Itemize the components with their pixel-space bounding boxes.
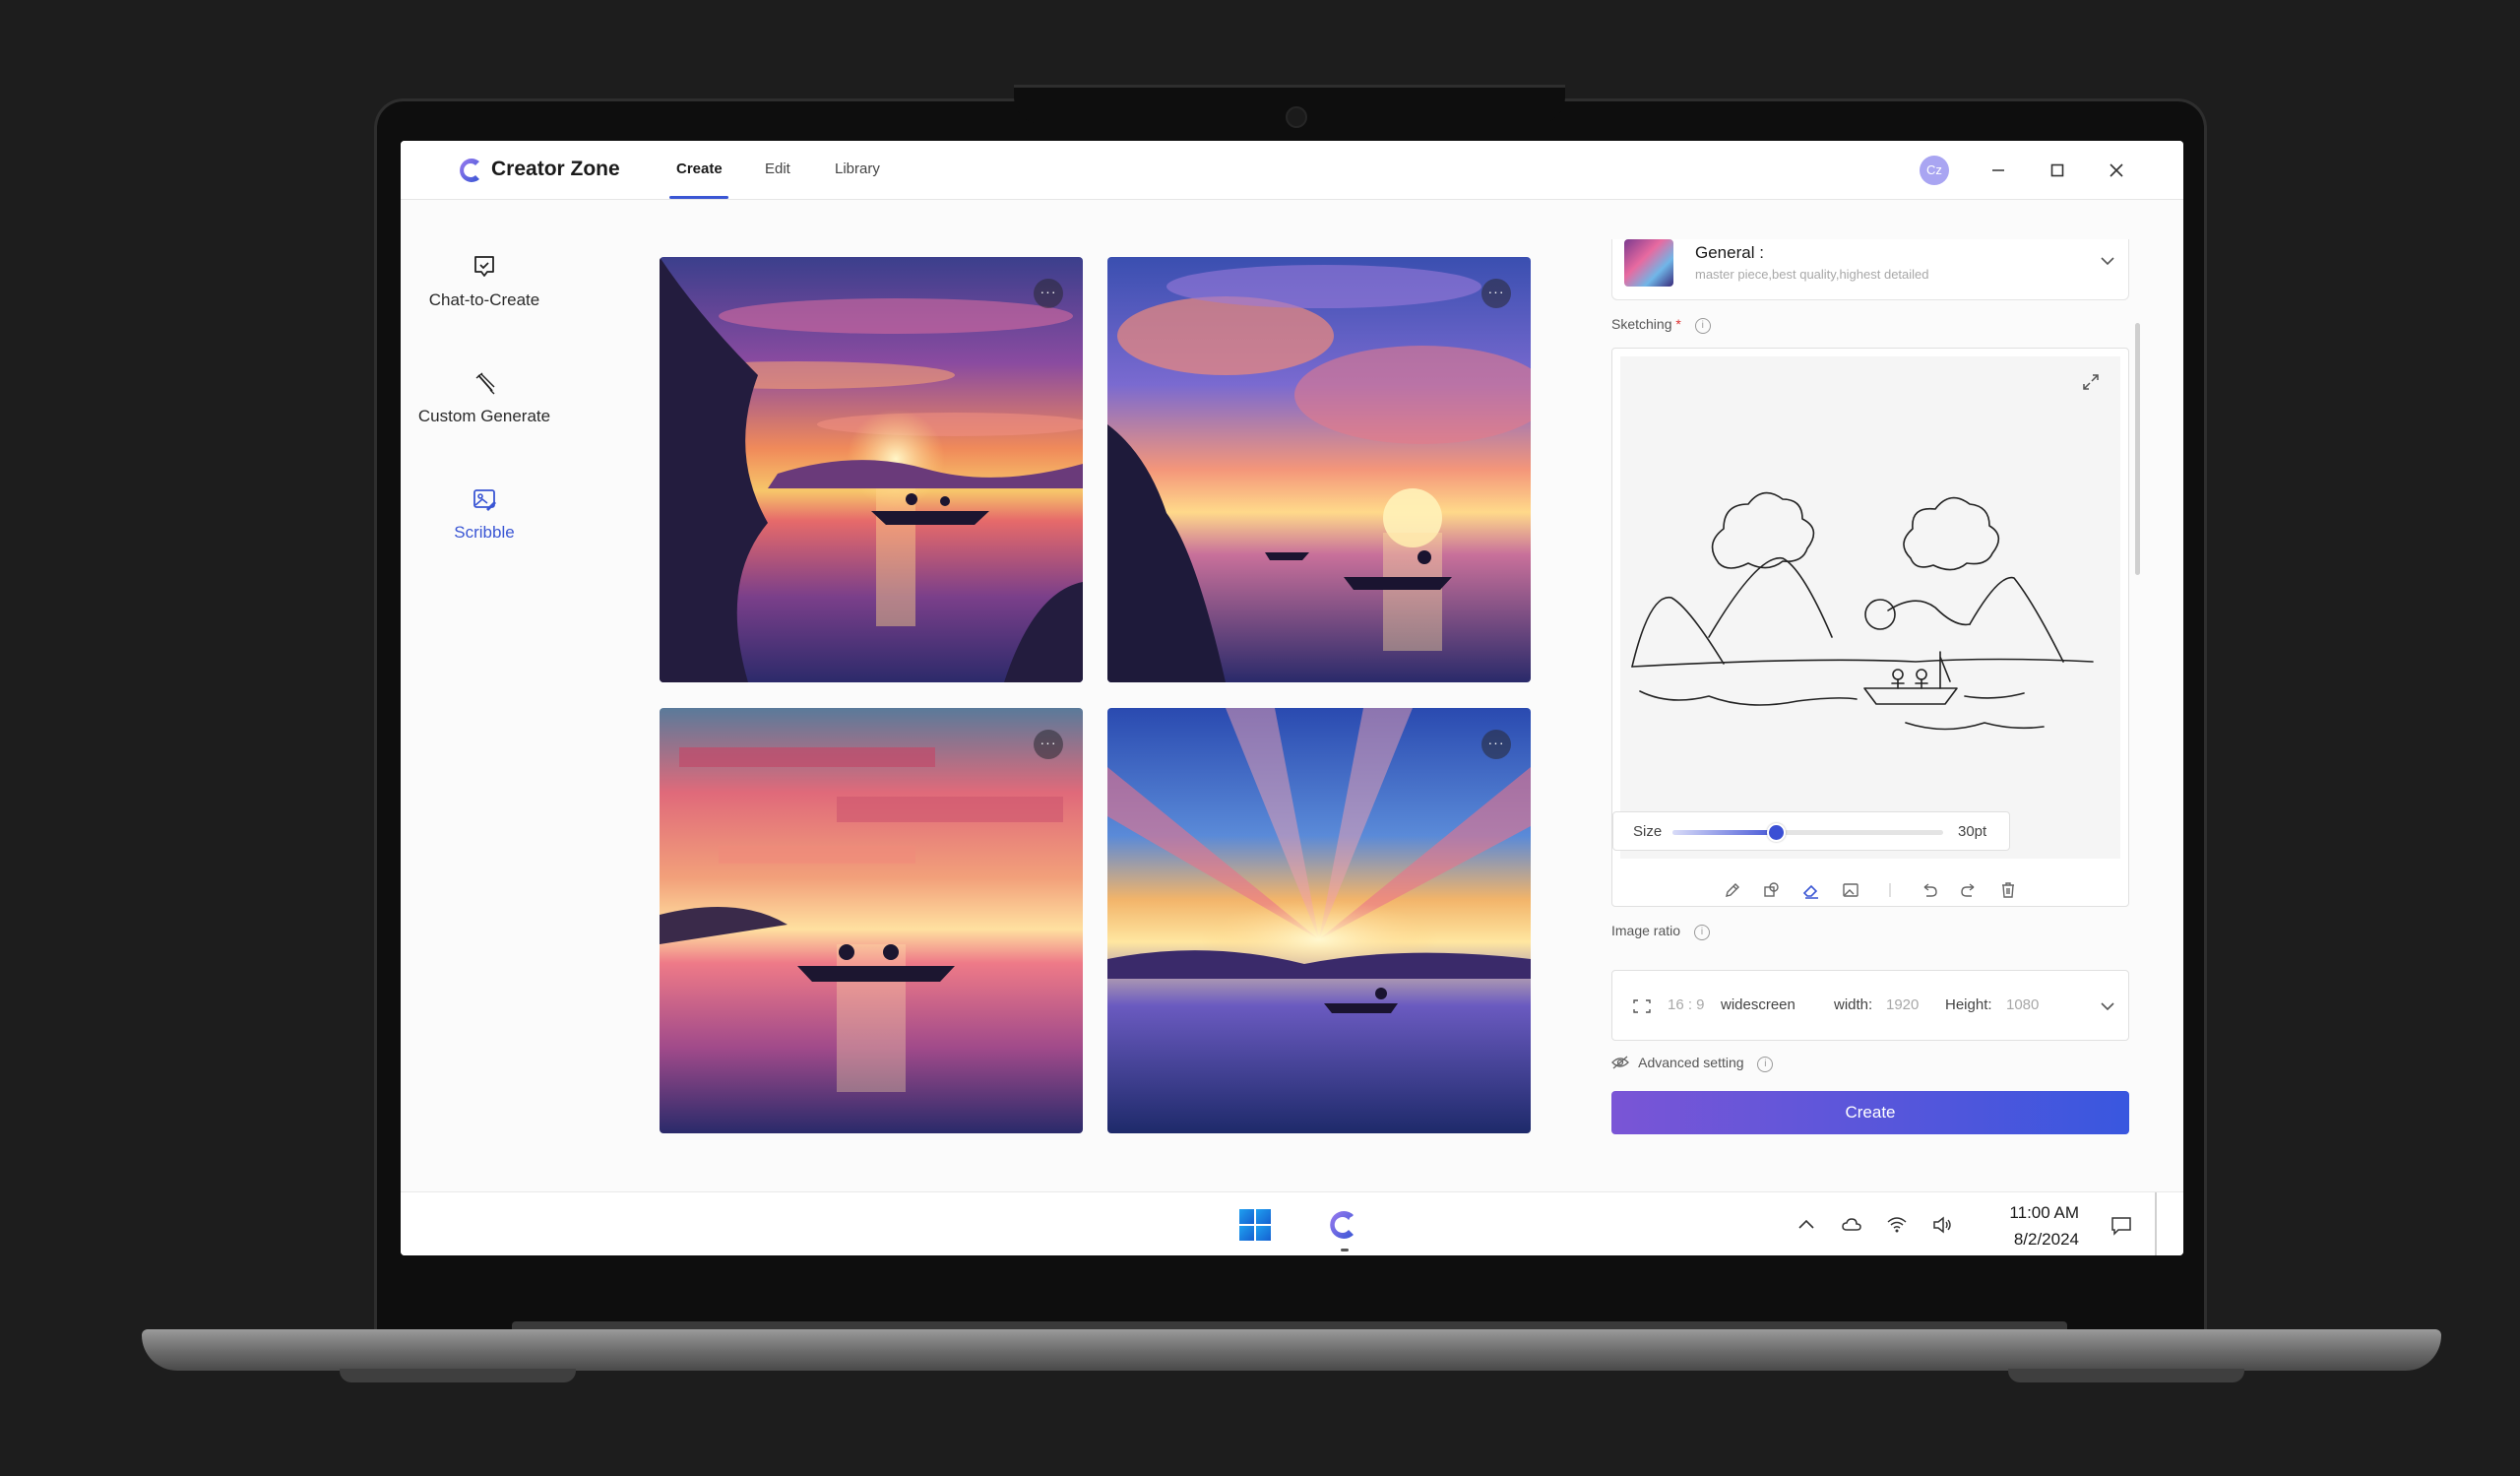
cloud-icon[interactable] bbox=[1841, 1215, 1862, 1235]
sidebar-item-custom-generate[interactable]: Custom Generate bbox=[401, 369, 568, 426]
sidebar-item-scribble[interactable]: Scribble bbox=[401, 485, 568, 543]
active-tab-indicator bbox=[669, 196, 728, 199]
generated-image-1[interactable]: ··· bbox=[660, 257, 1083, 682]
advanced-setting-toggle[interactable]: Advanced setting i bbox=[1611, 1055, 1774, 1072]
laptop-foot-right bbox=[2008, 1369, 2244, 1382]
delete-icon[interactable] bbox=[1998, 880, 2018, 900]
chat-create-icon bbox=[474, 256, 494, 277]
width-label: width: bbox=[1834, 996, 1873, 1013]
sunset-clouds-boat-image bbox=[1107, 257, 1531, 682]
size-label: Size bbox=[1633, 823, 1663, 840]
image-ratio-label-text: Image ratio bbox=[1611, 923, 1681, 938]
magic-wand-icon bbox=[475, 372, 495, 395]
webcam bbox=[1286, 106, 1307, 128]
style-thumbnail bbox=[1624, 239, 1673, 287]
pixel-sunset-boat-image bbox=[660, 708, 1083, 1133]
creator-zone-taskbar-icon[interactable] bbox=[1326, 1206, 1363, 1244]
sketching-label: Sketching * i bbox=[1611, 316, 1711, 334]
image-upload-icon[interactable] bbox=[1841, 880, 1860, 900]
info-icon[interactable]: i bbox=[1757, 1057, 1774, 1072]
laptop-hinge bbox=[512, 1321, 2067, 1329]
ratio-value: 16 : 9 bbox=[1668, 996, 1705, 1013]
sidebar-item-label: Chat-to-Create bbox=[428, 290, 540, 309]
more-options-button[interactable]: ··· bbox=[1034, 730, 1063, 759]
sketch-canvas[interactable] bbox=[1620, 356, 2120, 859]
app-header: Creator Zone Create Edit Library Cz bbox=[401, 141, 2183, 200]
style-selector[interactable]: General : master piece,best quality,high… bbox=[1611, 239, 2129, 300]
generated-image-4[interactable]: ··· bbox=[1107, 708, 1531, 1133]
advanced-setting-label: Advanced setting bbox=[1638, 1055, 1744, 1070]
chevron-down-icon bbox=[2101, 1002, 2114, 1011]
active-app-indicator bbox=[1341, 1249, 1349, 1251]
panel-scrollbar[interactable] bbox=[2135, 323, 2140, 575]
wifi-icon[interactable] bbox=[1886, 1215, 1908, 1235]
ratio-preset: widescreen bbox=[1721, 996, 1796, 1013]
height-label: Height: bbox=[1945, 996, 1992, 1013]
minimize-icon[interactable] bbox=[1984, 156, 2013, 185]
more-options-button[interactable]: ··· bbox=[1034, 279, 1063, 308]
eye-slash-icon bbox=[1611, 1056, 1629, 1069]
creator-zone-logo-icon bbox=[460, 159, 482, 182]
brush-size-popover: Size 30pt bbox=[1612, 811, 2010, 851]
show-desktop-edge[interactable] bbox=[2155, 1192, 2157, 1255]
maximize-icon[interactable] bbox=[2043, 156, 2072, 185]
app-title: Creator Zone bbox=[491, 158, 620, 180]
slider-fill bbox=[1672, 830, 1776, 835]
windows-start-icon[interactable] bbox=[1236, 1206, 1274, 1244]
pencil-icon[interactable] bbox=[1723, 880, 1742, 900]
notification-icon[interactable] bbox=[2110, 1216, 2132, 1236]
more-options-button[interactable]: ··· bbox=[1481, 279, 1511, 308]
required-mark: * bbox=[1675, 316, 1681, 332]
taskbar-time[interactable]: 11:00 AM bbox=[2000, 1203, 2079, 1223]
tab-create[interactable]: Create bbox=[676, 160, 723, 177]
sketching-label-text: Sketching bbox=[1611, 316, 1672, 332]
laptop-base bbox=[142, 1329, 2441, 1371]
info-icon[interactable]: i bbox=[1694, 318, 1711, 334]
info-icon[interactable]: i bbox=[1693, 925, 1710, 940]
brush-size-slider[interactable] bbox=[1672, 823, 1943, 842]
expand-icon[interactable] bbox=[2081, 372, 2101, 392]
size-value: 30pt bbox=[1958, 823, 1987, 840]
undo-icon[interactable] bbox=[1920, 880, 1939, 900]
radiant-sky-reflection-image bbox=[1107, 708, 1531, 1133]
generated-image-3[interactable]: ··· bbox=[660, 708, 1083, 1133]
image-ratio-label: Image ratio i bbox=[1611, 923, 1710, 940]
width-value: 1920 bbox=[1886, 996, 1920, 1013]
shapes-icon[interactable] bbox=[1762, 880, 1782, 900]
generated-image-2[interactable]: ··· bbox=[1107, 257, 1531, 682]
eraser-icon[interactable] bbox=[1801, 880, 1821, 900]
toolbar-divider bbox=[1889, 883, 1891, 897]
style-name: General : bbox=[1695, 243, 1764, 262]
sketch-editor: Size 30pt bbox=[1611, 348, 2129, 907]
app-window: Creator Zone Create Edit Library Cz Chat… bbox=[401, 141, 2183, 1255]
scribble-image-icon bbox=[473, 489, 496, 511]
aspect-ratio-icon bbox=[1633, 999, 1651, 1013]
sidebar-item-label: Custom Generate bbox=[417, 407, 551, 425]
sunset-lake-boat-image bbox=[660, 257, 1083, 682]
slider-handle[interactable] bbox=[1766, 823, 1786, 842]
volume-icon[interactable] bbox=[1931, 1215, 1953, 1235]
laptop-foot-left bbox=[340, 1369, 576, 1382]
chevron-up-icon[interactable] bbox=[1796, 1215, 1817, 1235]
image-ratio-selector[interactable]: 16 : 9 widescreen width: 1920 Height: 10… bbox=[1611, 970, 2129, 1041]
height-value: 1080 bbox=[2006, 996, 2040, 1013]
tab-edit[interactable]: Edit bbox=[765, 160, 790, 177]
redo-icon[interactable] bbox=[1959, 880, 1979, 900]
more-options-button[interactable]: ··· bbox=[1481, 730, 1511, 759]
chevron-down-icon bbox=[2101, 257, 2114, 266]
tab-library[interactable]: Library bbox=[835, 160, 880, 177]
taskbar-date[interactable]: 8/2/2024 bbox=[2000, 1230, 2079, 1250]
sidebar-item-chat-to-create[interactable]: Chat-to-Create bbox=[401, 253, 568, 310]
close-icon[interactable] bbox=[2102, 156, 2131, 185]
sketch-drawing bbox=[1631, 491, 2094, 731]
avatar[interactable]: Cz bbox=[1920, 156, 1949, 185]
style-description: master piece,best quality,highest detail… bbox=[1695, 267, 1929, 282]
taskbar: 11:00 AM 8/2/2024 bbox=[401, 1191, 2183, 1255]
create-button[interactable]: Create bbox=[1611, 1091, 2129, 1134]
sidebar-item-label: Scribble bbox=[454, 523, 515, 542]
